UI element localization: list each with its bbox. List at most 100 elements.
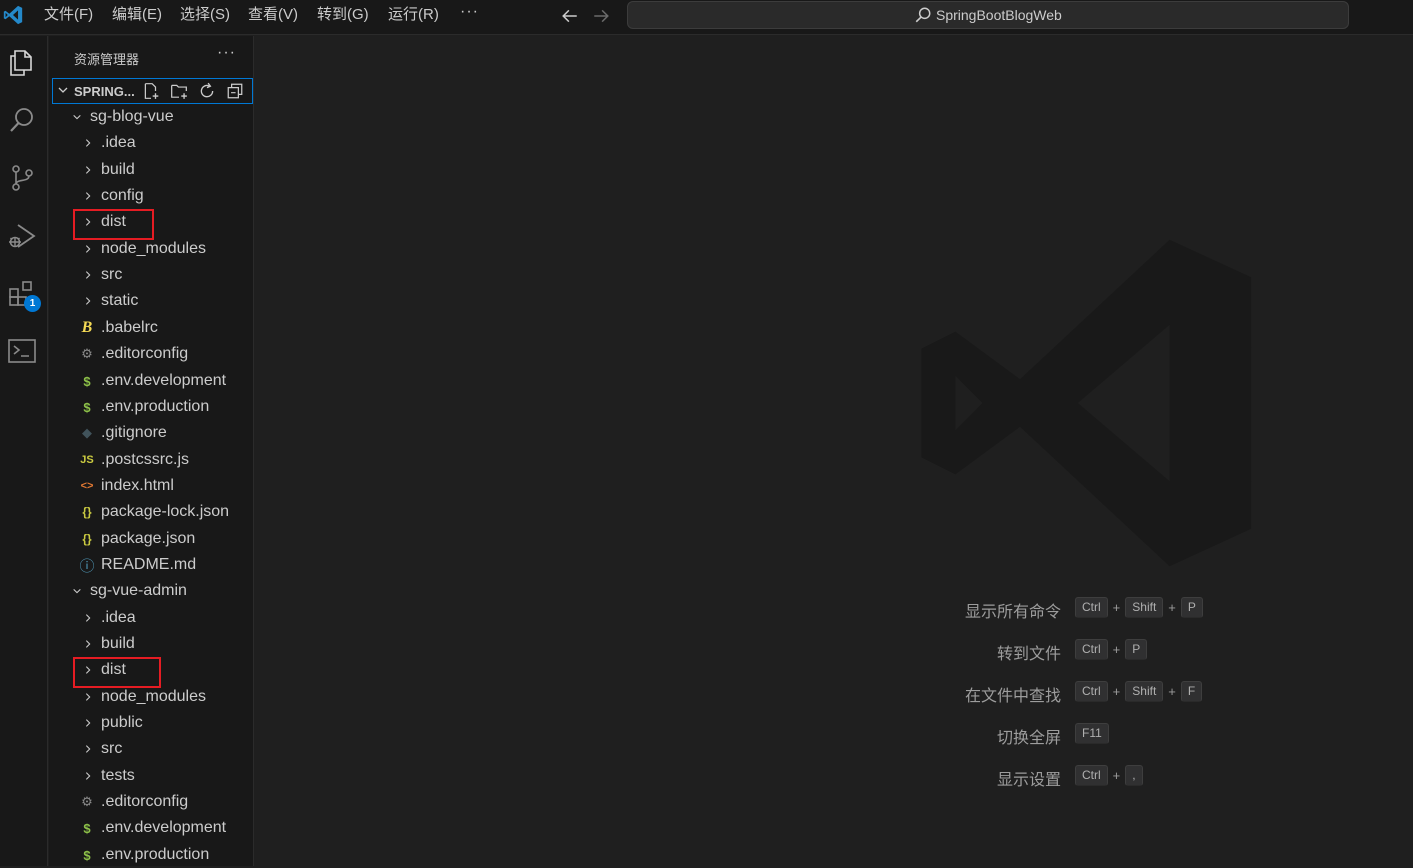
refresh-icon[interactable] bbox=[198, 82, 216, 100]
search-text[interactable]: SpringBootBlogWeb bbox=[936, 7, 1062, 23]
chevron-right-icon bbox=[85, 772, 91, 780]
sidebar-more-button[interactable]: ··· bbox=[217, 44, 236, 62]
shortcut-keys: Ctrl +, bbox=[1075, 765, 1143, 786]
tree-item-label: src bbox=[101, 266, 123, 283]
keycap: Ctrl bbox=[1075, 681, 1108, 702]
keycap: Ctrl bbox=[1075, 765, 1108, 786]
chevron-right-icon bbox=[85, 297, 91, 305]
shortcut-keys: Ctrl + P bbox=[1075, 639, 1148, 660]
menu-selection[interactable]: 选择(S) bbox=[180, 6, 230, 24]
folder-item[interactable]: .idea bbox=[83, 605, 136, 631]
tree-item-label: .editorconfig bbox=[101, 793, 189, 810]
folder-item[interactable]: src bbox=[83, 262, 122, 288]
source-control-icon[interactable] bbox=[6, 162, 38, 194]
file-item[interactable]: <> index.html bbox=[79, 473, 174, 499]
shortcut-keys: Ctrl + Shift + P bbox=[1075, 597, 1203, 618]
file-item[interactable]: $ .env.production bbox=[79, 842, 209, 868]
tree-item-label: .idea bbox=[101, 609, 136, 626]
title-bar: 文件(F) 编辑(E) 选择(S) 查看(V) 转到(G) 运行(R) ··· … bbox=[0, 0, 1413, 35]
new-file-icon[interactable] bbox=[142, 82, 160, 100]
file-item[interactable]: {} package-lock.json bbox=[79, 499, 229, 525]
back-arrow-icon[interactable] bbox=[561, 7, 579, 25]
file-item[interactable]: $ .env.development bbox=[79, 368, 226, 394]
folder-item[interactable]: src bbox=[83, 736, 122, 762]
dist-highlight-box bbox=[73, 209, 154, 240]
vscode-logo-icon[interactable] bbox=[2, 4, 24, 26]
gear-icon: ⚙ bbox=[81, 794, 93, 809]
tree-item-label: sg-vue-admin bbox=[90, 582, 187, 599]
explorer-icon[interactable] bbox=[6, 46, 38, 78]
keycap: , bbox=[1125, 765, 1143, 786]
file-item[interactable]: {} package.json bbox=[79, 526, 195, 552]
git-icon: ◆ bbox=[82, 425, 92, 440]
tree-item-label: public bbox=[101, 714, 143, 731]
file-item[interactable]: ◆ .gitignore bbox=[79, 420, 167, 446]
shortcut-label: 在文件中查找 bbox=[964, 688, 1061, 705]
forward-arrow-icon[interactable] bbox=[592, 7, 610, 25]
menu-edit[interactable]: 编辑(E) bbox=[112, 6, 162, 24]
folder-item[interactable]: tests bbox=[83, 763, 135, 789]
keycap: P bbox=[1125, 639, 1148, 660]
menu-goto[interactable]: 转到(G) bbox=[317, 6, 369, 24]
key-plus: + bbox=[1112, 642, 1121, 657]
folder-item[interactable]: public bbox=[83, 710, 143, 736]
menu-view[interactable]: 查看(V) bbox=[248, 6, 298, 24]
chevron-down-icon bbox=[58, 87, 68, 93]
chevron-right-icon bbox=[85, 166, 91, 174]
key-plus: + bbox=[1112, 768, 1121, 783]
file-item[interactable]: JS .postcssrc.js bbox=[79, 447, 189, 473]
folder-item[interactable]: sg-vue-admin bbox=[72, 578, 187, 604]
activity-bar: 1 bbox=[0, 36, 48, 866]
run-debug-icon[interactable] bbox=[6, 220, 38, 252]
folder-item[interactable]: static bbox=[83, 288, 138, 314]
menu-run[interactable]: 运行(R) bbox=[388, 6, 439, 24]
folder-item[interactable]: build bbox=[83, 631, 135, 657]
chevron-right-icon bbox=[85, 245, 91, 253]
file-item[interactable]: $ .env.production bbox=[79, 394, 209, 420]
html-icon: <> bbox=[80, 480, 94, 492]
file-item[interactable]: ⓘ README.md bbox=[79, 552, 196, 578]
tree-item-label: src bbox=[101, 740, 123, 757]
sidebar-title: 资源管理器 bbox=[74, 52, 140, 67]
tree-item-label: package.json bbox=[101, 530, 196, 547]
tree-item-label: tests bbox=[101, 767, 135, 784]
search-icon bbox=[915, 7, 931, 23]
chevron-right-icon bbox=[85, 614, 91, 622]
babel-icon: B bbox=[81, 319, 93, 336]
tree-item-label: index.html bbox=[101, 477, 174, 494]
keycap: Shift bbox=[1125, 597, 1164, 618]
tree-item-label: .postcssrc.js bbox=[101, 451, 190, 468]
chevron-down-icon bbox=[73, 588, 81, 594]
keycap: F bbox=[1180, 681, 1203, 702]
tree-item-label: .env.development bbox=[101, 819, 227, 836]
gear-icon: ⚙ bbox=[81, 346, 93, 361]
folder-item[interactable]: sg-blog-vue bbox=[72, 104, 174, 130]
collapse-all-icon[interactable] bbox=[226, 82, 244, 100]
tree-item-label: static bbox=[101, 292, 139, 309]
chevron-right-icon bbox=[85, 139, 91, 147]
keycap: Ctrl bbox=[1075, 639, 1108, 660]
tree-item-label: .idea bbox=[101, 134, 136, 151]
file-item[interactable]: $ .env.development bbox=[79, 815, 226, 841]
file-item[interactable]: ⚙ .editorconfig bbox=[79, 341, 188, 367]
file-item[interactable]: B .babelrc bbox=[79, 315, 158, 341]
search-view-icon[interactable] bbox=[6, 104, 38, 136]
terminal-icon[interactable] bbox=[6, 335, 38, 367]
chevron-right-icon bbox=[85, 719, 91, 727]
folder-item[interactable]: build bbox=[83, 157, 135, 183]
new-folder-icon[interactable] bbox=[170, 82, 188, 100]
folder-item[interactable]: config bbox=[83, 183, 144, 209]
json-icon: {} bbox=[82, 505, 92, 519]
chevron-right-icon bbox=[85, 271, 91, 279]
folder-item[interactable]: .idea bbox=[83, 130, 136, 156]
chevron-right-icon bbox=[85, 192, 91, 200]
tree-item-label: .gitignore bbox=[101, 424, 167, 441]
menu-more-button[interactable]: ··· bbox=[460, 3, 479, 21]
tree-item-label: node_modules bbox=[101, 240, 206, 257]
file-item[interactable]: ⚙ .editorconfig bbox=[79, 789, 188, 815]
chevron-right-icon bbox=[85, 640, 91, 648]
chevron-right-icon bbox=[85, 693, 91, 701]
workspace-section-header[interactable]: SPRING... bbox=[52, 78, 253, 104]
menu-file[interactable]: 文件(F) bbox=[44, 6, 93, 24]
shortcut-label: 显示设置 bbox=[996, 772, 1061, 789]
